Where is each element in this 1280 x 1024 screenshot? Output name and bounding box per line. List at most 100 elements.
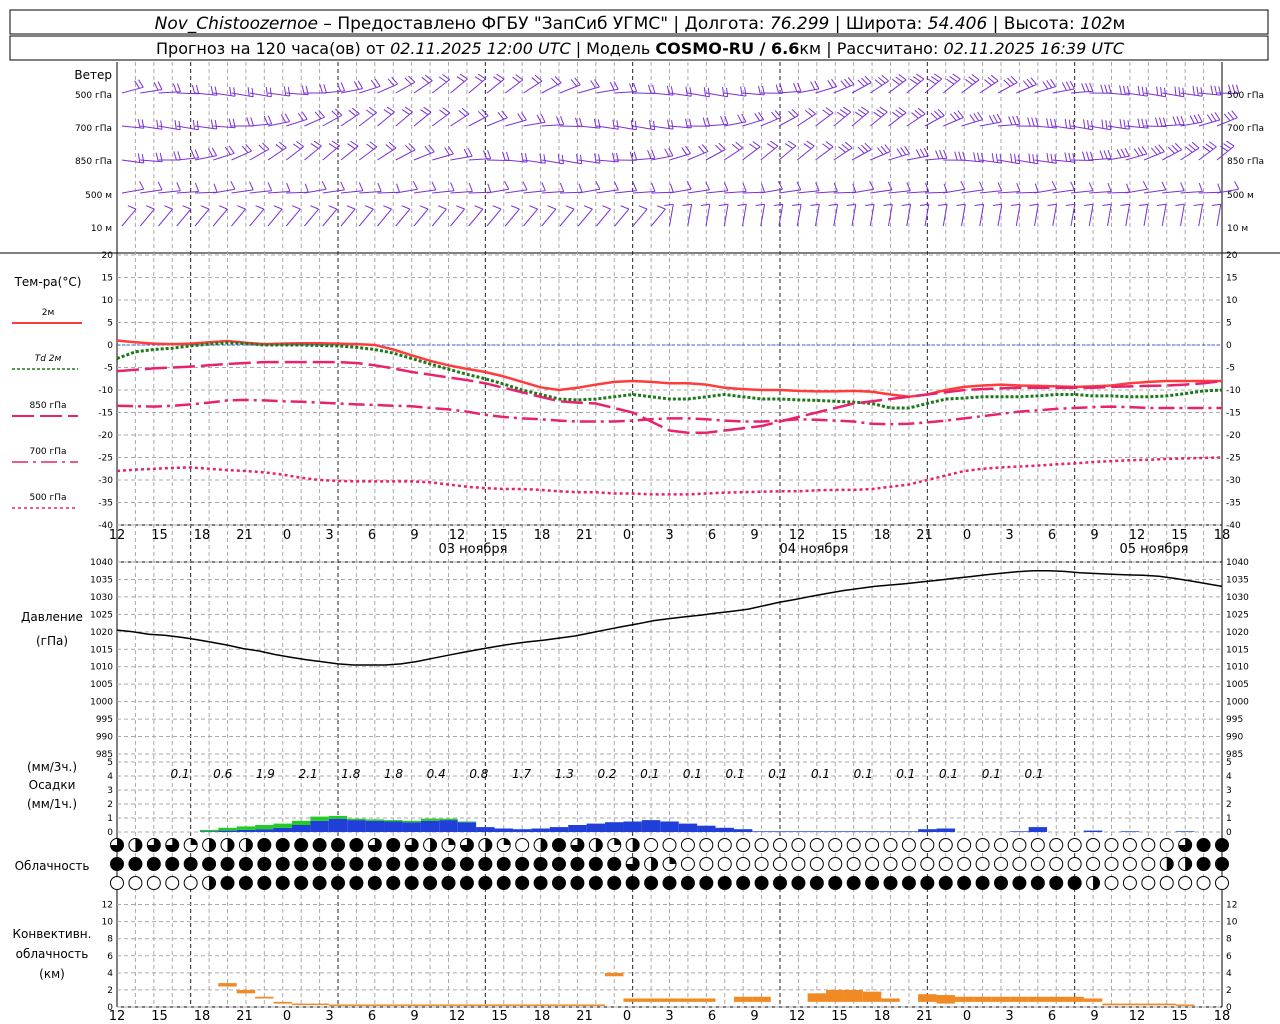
bottom-hour-label: 15 — [491, 1009, 508, 1024]
wind-barb-feather — [1105, 120, 1108, 130]
wind-barb-feather — [477, 110, 486, 118]
wind-barb-feather — [873, 111, 882, 118]
wind-barb-feather — [1046, 80, 1053, 89]
wind-barb-feather — [1192, 86, 1195, 96]
legend-700-label: 700 гПа — [29, 447, 66, 457]
wind-barb-staff — [760, 145, 779, 161]
wind-barb-feather — [685, 118, 688, 128]
wind-barb-staff — [796, 145, 815, 161]
wind-barb-staff — [1143, 151, 1165, 161]
wind-barb-feather — [531, 77, 540, 84]
conv-cloud-bar — [991, 996, 1011, 1002]
wind-barb-feather — [1123, 85, 1126, 95]
wind-barb-staff — [322, 145, 340, 161]
snow-bar — [789, 831, 808, 832]
temp-hour-label: 9 — [1090, 528, 1098, 543]
wind-barb-feather — [1061, 82, 1067, 91]
wind-barb-feather — [814, 80, 820, 90]
rain-bar — [457, 821, 477, 823]
snow-bar — [402, 822, 421, 832]
wind-barb-staff — [450, 155, 473, 161]
temp-hour-label: 21 — [236, 528, 253, 543]
wind-barb-feather — [570, 78, 578, 87]
bottom-hour-label: 12 — [449, 1009, 466, 1024]
wind-barb-feather — [255, 205, 265, 210]
temp-ytick-right: 10 — [1226, 296, 1238, 306]
cloud-symbol — [1104, 857, 1119, 871]
wind-barb-feather — [909, 78, 918, 85]
wind-barb-staff — [358, 208, 374, 227]
wind-barb-feather — [880, 145, 888, 154]
wind-barb-feather — [664, 148, 670, 157]
wind-barb-feather — [192, 120, 195, 130]
wind-barb-feather — [310, 143, 319, 150]
cloud-symbol-fill — [294, 838, 308, 852]
wind-barb-feather — [770, 140, 779, 147]
cloud-symbol-fill — [1197, 857, 1211, 871]
altitude-unit: м — [1113, 14, 1126, 34]
wind-barb-staff — [796, 113, 816, 127]
wind-barb-staff — [1107, 204, 1112, 227]
wind-barb-feather — [383, 109, 392, 116]
altitude-value: 102 — [1080, 14, 1112, 34]
precip-ytick-right: 2 — [1226, 800, 1232, 810]
wind-barb-feather — [876, 109, 885, 116]
wind-barb-feather — [419, 205, 429, 210]
cloud-symbol — [680, 838, 695, 852]
wind-barb-feather — [1141, 86, 1145, 96]
wind-barb-feather — [1227, 111, 1235, 120]
wind-barb-staff — [523, 121, 546, 127]
wind-barb-feather — [350, 140, 359, 147]
cloud-symbol — [1178, 876, 1193, 890]
conv-cloud-bar — [973, 996, 992, 1002]
cloud-symbol — [717, 838, 732, 852]
snow-bar — [936, 828, 955, 832]
wind-barb-staff — [614, 208, 630, 227]
conv-ytick-right: 6 — [1226, 952, 1232, 962]
wind-barb-feather — [383, 205, 392, 210]
pressure-ytick-right: 1020 — [1226, 628, 1249, 638]
wind-barb-staff — [322, 208, 338, 227]
wind-barb-feather — [1087, 120, 1090, 130]
wind-barb-feather — [1046, 153, 1049, 163]
wind-barb-feather — [1142, 180, 1148, 190]
snow-bar — [420, 820, 440, 832]
wind-barb-feather — [1050, 118, 1053, 128]
precip-total-label: 0.1 — [811, 767, 830, 781]
wind-barb-staff — [486, 78, 505, 94]
bottom-hour-label: 9 — [1090, 1009, 1098, 1024]
wind-barb-feather — [1032, 154, 1035, 164]
wind-barb-feather — [467, 148, 473, 157]
temp-hour-label: 0 — [283, 528, 291, 543]
snow-bar — [273, 827, 292, 832]
snow-bar — [347, 820, 366, 832]
conv-cloud-bar — [1028, 996, 1048, 1002]
wind-barb-feather — [428, 144, 435, 153]
wind-barb-feather — [296, 140, 304, 148]
cloud-symbol-fill — [349, 857, 363, 871]
wind-barb-feather — [602, 205, 611, 210]
wind-barb-feather — [560, 116, 565, 125]
bottom-hour-label: 21 — [576, 1009, 593, 1024]
wind-barb-feather — [176, 182, 181, 191]
cloud-symbol-fill — [184, 857, 198, 871]
pressure-ytick-right: 990 — [1226, 733, 1243, 743]
wind-barb-feather — [758, 85, 761, 95]
wind-barb-feather — [755, 203, 765, 206]
wind-barb-feather — [831, 78, 838, 87]
conv-cloud-bar — [936, 995, 955, 1004]
wind-barb-feather — [559, 182, 565, 192]
wind-barb-staff — [176, 208, 192, 227]
calc-time: 02.11.2025 16:39 UTC — [943, 39, 1124, 58]
snow-bar — [770, 831, 790, 832]
conv-cloud-bar — [1102, 1003, 1121, 1006]
snow-bar — [328, 818, 348, 832]
header-line-1: Nov_Chistoozernoe – Предоставлено ФГБУ "… — [155, 14, 1126, 34]
temp-hour-label: 18 — [1214, 528, 1231, 543]
wind-barb-staff — [742, 146, 761, 161]
wind-barb-feather — [265, 87, 268, 97]
snow-bar — [568, 825, 587, 832]
cloud-symbol — [1215, 876, 1229, 890]
wind-barb-feather — [497, 111, 505, 120]
conv-cloud-bar — [218, 983, 237, 987]
